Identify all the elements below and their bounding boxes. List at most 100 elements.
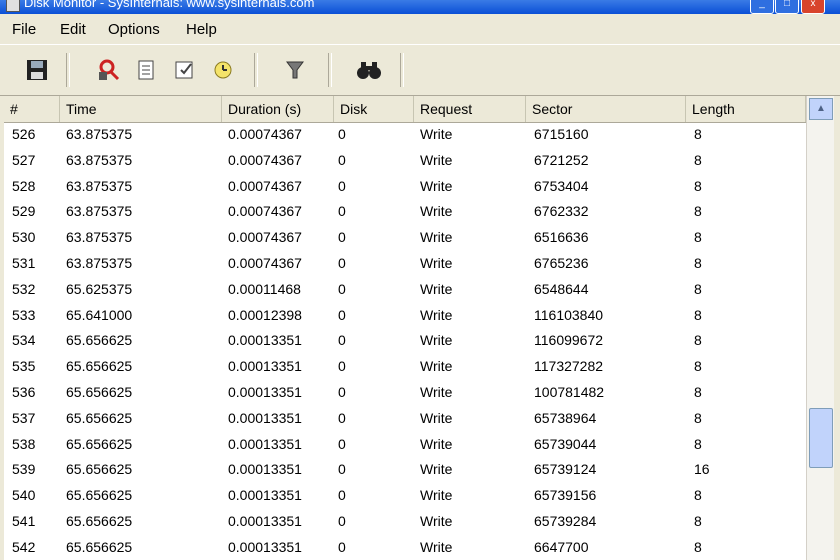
cell-duration: 0.00011468: [228, 280, 301, 297]
cell-disk: 0: [338, 203, 346, 220]
cell-number: 542: [12, 538, 36, 555]
cell-time: 65.656625: [66, 435, 133, 452]
cell-length: 8: [694, 538, 702, 555]
table-row[interactable]: 537 65.656625 0.00013351 0 Write 65738964 8: [4, 406, 806, 432]
cell-request: Write: [420, 203, 453, 220]
cell-duration: 0.00012398: [228, 306, 302, 323]
cell-number: 536: [12, 383, 36, 400]
cell-number: 537: [12, 409, 36, 426]
cell-request: Write: [420, 151, 453, 168]
table-row[interactable]: 532 65.625375 0.00011468 0 Write 6548644 8: [4, 277, 806, 303]
cell-length: 8: [694, 151, 702, 168]
table-row[interactable]: 529 63.875375 0.00074367 0 Write 6762332 8: [4, 199, 806, 225]
table-row[interactable]: 541 65.656625 0.00013351 0 Write 65739284 8: [4, 509, 806, 535]
column-header-sector[interactable]: Sector: [526, 96, 686, 122]
cell-number: 526: [12, 126, 36, 142]
cell-number: 535: [12, 358, 36, 375]
menu-options[interactable]: Options: [108, 21, 160, 38]
cell-sector: 6715160: [534, 126, 589, 142]
table-row[interactable]: 533 65.641000 0.00012398 0 Write 116103840 8: [4, 303, 806, 329]
cell-sector: 6548644: [534, 280, 589, 297]
vertical-scrollbar[interactable]: ▲: [806, 96, 835, 560]
cell-sector: 116099672: [534, 332, 604, 349]
cell-duration: 0.00074367: [228, 151, 302, 168]
cell-time: 65.656625: [66, 512, 133, 529]
cell-sector: 6765236: [534, 254, 589, 271]
column-header-duration[interactable]: Duration (s): [222, 96, 334, 122]
cell-disk: 0: [338, 177, 346, 194]
menu-help[interactable]: Help: [186, 21, 217, 38]
cell-disk: 0: [338, 409, 346, 426]
filter-icon[interactable]: [280, 55, 310, 85]
table-row[interactable]: 528 63.875375 0.00074367 0 Write 6753404 8: [4, 174, 806, 200]
cell-request: Write: [420, 126, 453, 142]
list-rows: 526 63.875375 0.00074367 0 Write 6715160 8 527 6…: [4, 122, 806, 560]
table-row[interactable]: 534 65.656625 0.00013351 0 Write 116099672 8: [4, 328, 806, 354]
cell-duration: 0.00013351: [228, 332, 302, 349]
magnifier-capture-icon[interactable]: [94, 55, 124, 85]
column-header-length[interactable]: Length: [686, 96, 806, 122]
cell-time: 65.656625: [66, 461, 133, 478]
cell-length: 16: [694, 461, 710, 478]
window-border: [834, 96, 840, 560]
cell-disk: 0: [338, 538, 346, 555]
cell-request: Write: [420, 358, 453, 375]
cell-length: 8: [694, 358, 702, 375]
column-header-disk[interactable]: Disk: [334, 96, 414, 122]
cell-time: 63.875375: [66, 254, 133, 271]
table-row[interactable]: 530 63.875375 0.00074367 0 Write 6516636 8: [4, 225, 806, 251]
cell-length: 8: [694, 229, 702, 246]
table-row[interactable]: 538 65.656625 0.00013351 0 Write 65739044 8: [4, 432, 806, 458]
autoscroll-icon[interactable]: [208, 55, 238, 85]
toolbar-separator: [254, 53, 258, 87]
event-list[interactable]: # Time Duration (s) Disk Request Sector …: [4, 96, 806, 560]
cell-sector: 6647700: [534, 538, 589, 555]
cell-length: 8: [694, 280, 702, 297]
menu-edit[interactable]: Edit: [60, 21, 86, 38]
cell-disk: 0: [338, 461, 346, 478]
table-row[interactable]: 540 65.656625 0.00013351 0 Write 65739156 8: [4, 483, 806, 509]
scrollbar-thumb[interactable]: [809, 408, 833, 468]
column-header-request[interactable]: Request: [414, 96, 526, 122]
cell-sector: 100781482: [534, 383, 605, 400]
table-row[interactable]: 535 65.656625 0.00013351 0 Write 117327282 8: [4, 354, 806, 380]
cell-duration: 0.00013351: [228, 409, 302, 426]
column-header-number[interactable]: #: [4, 96, 60, 122]
floppy-disk-icon[interactable]: [22, 55, 52, 85]
table-row[interactable]: 539 65.656625 0.00013351 0 Write 65739124 16: [4, 457, 806, 483]
minimize-button[interactable]: _: [750, 0, 774, 14]
cell-time: 65.656625: [66, 409, 133, 426]
cell-request: Write: [420, 512, 453, 529]
table-row[interactable]: 526 63.875375 0.00074367 0 Write 6715160 8: [4, 122, 806, 148]
cell-duration: 0.00013351: [228, 435, 302, 452]
cell-number: 539: [12, 461, 36, 478]
cell-sector: 65739156: [534, 487, 597, 504]
cell-sector: 117327282: [534, 358, 604, 375]
binoculars-icon[interactable]: [354, 55, 384, 85]
title-bar[interactable]: Disk Monitor - SysInternals: www.sysinte…: [0, 0, 840, 14]
clear-display-icon[interactable]: [132, 55, 162, 85]
cell-number: 532: [12, 280, 36, 297]
cell-time: 65.641000: [66, 306, 133, 323]
timestamp-icon[interactable]: [170, 55, 200, 85]
scroll-up-arrow-icon[interactable]: ▲: [809, 98, 833, 120]
column-header-time[interactable]: Time: [60, 96, 222, 122]
table-row[interactable]: 531 63.875375 0.00074367 0 Write 6765236 8: [4, 251, 806, 277]
cell-disk: 0: [338, 151, 346, 168]
table-row[interactable]: 542 65.656625 0.00013351 0 Write 6647700 8: [4, 535, 806, 560]
cell-number: 533: [12, 306, 36, 323]
close-button[interactable]: x: [801, 0, 825, 14]
cell-request: Write: [420, 280, 453, 297]
table-row[interactable]: 536 65.656625 0.00013351 0 Write 100781482 8: [4, 380, 806, 406]
cell-number: 540: [12, 487, 36, 504]
cell-duration: 0.00074367: [228, 203, 302, 220]
maximize-button[interactable]: □: [775, 0, 799, 14]
cell-request: Write: [420, 306, 453, 323]
cell-disk: 0: [338, 280, 346, 297]
cell-number: 529: [12, 203, 36, 220]
menu-file[interactable]: File: [12, 21, 36, 38]
cell-number: 534: [12, 332, 36, 349]
table-row[interactable]: 527 63.875375 0.00074367 0 Write 6721252 8: [4, 148, 806, 174]
cell-length: 8: [694, 383, 702, 400]
cell-sector: 65739044: [534, 435, 597, 452]
